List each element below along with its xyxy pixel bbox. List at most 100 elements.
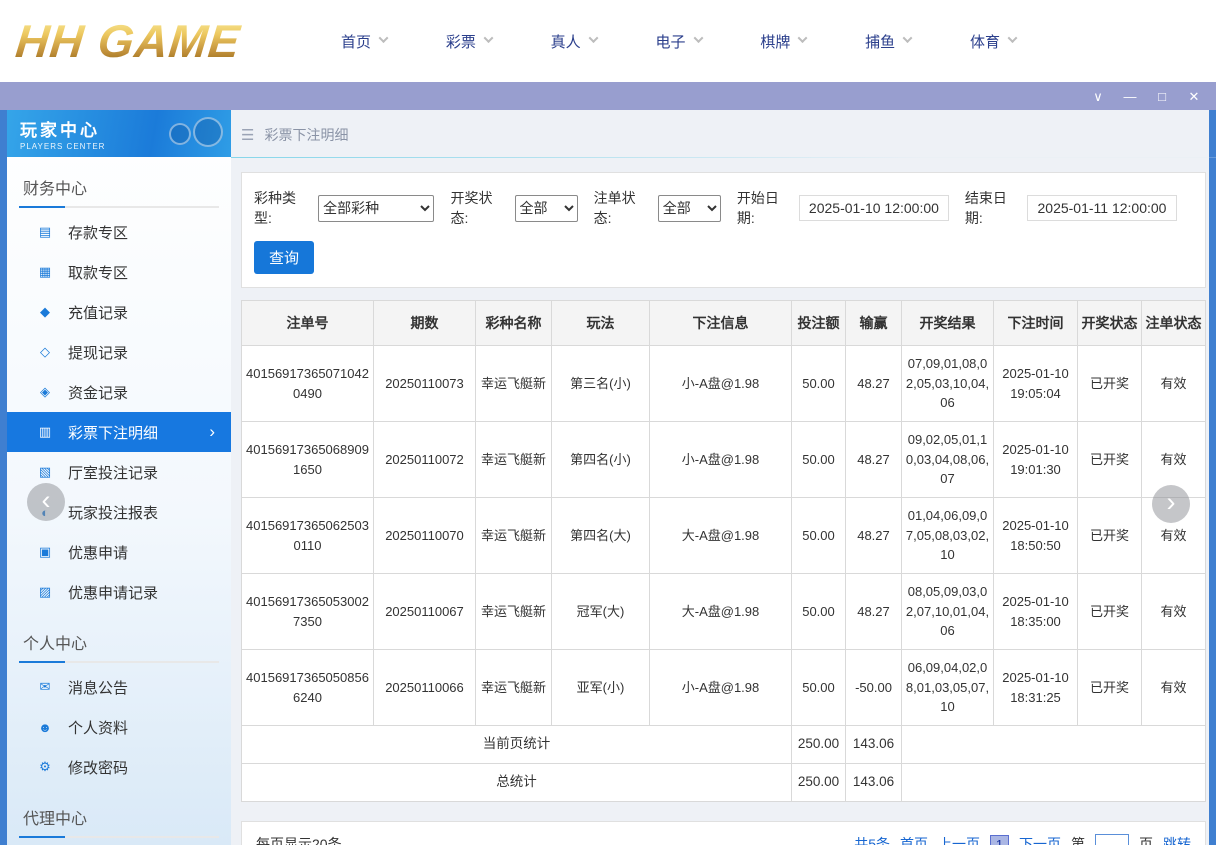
sidebar-item-label: 优惠申请	[68, 542, 128, 563]
sidebar-item[interactable]: ▣优惠申请	[7, 532, 231, 572]
window-minimize-icon[interactable]: —	[1122, 90, 1138, 103]
sidebar-item[interactable]: ◈资金记录	[7, 372, 231, 412]
cell-bet-amount: 50.00	[792, 422, 846, 498]
sidebar-section-title: 代理中心	[19, 797, 219, 838]
sidebar-item-label: 优惠申请记录	[68, 582, 158, 603]
cell-period: 20250110073	[374, 346, 476, 422]
sidebar-item-label: 取款专区	[68, 262, 128, 283]
cell-draw-result: 09,02,05,01,10,03,04,08,06,07	[902, 422, 994, 498]
cell-bet-amount: 50.00	[792, 346, 846, 422]
cell-play: 冠军(大)	[552, 574, 650, 650]
sidebar-item-label: 充值记录	[68, 302, 128, 323]
col-header-draw-status: 开奖状态	[1078, 301, 1142, 346]
sidebar-item-label: 存款专区	[68, 222, 128, 243]
table-row: 40156917365071042049020250110073幸运飞艇新第三名…	[242, 346, 1206, 422]
col-header-draw-result: 开奖结果	[902, 301, 994, 346]
profile-icon: ☻	[37, 720, 53, 735]
cell-draw-status: 已开奖	[1078, 498, 1142, 574]
cell-win-loss: -50.00	[846, 650, 902, 726]
nav-item-1[interactable]: 首页	[341, 31, 387, 52]
table-row: 40156917365062503011020250110070幸运飞艇新第四名…	[242, 498, 1206, 574]
filter-panel: 彩种类型: 全部彩种 开奖状态: 全部 注单状态: 全部 开始日期:	[241, 172, 1206, 288]
cell-play: 第四名(大)	[552, 498, 650, 574]
order-status-select[interactable]: 全部	[658, 195, 721, 222]
cell-lottery-name: 幸运飞艇新	[476, 346, 552, 422]
end-date-input[interactable]	[1027, 195, 1177, 221]
chevron-down-icon	[379, 33, 389, 43]
sidebar-item[interactable]: ▨ 优惠申请记录	[7, 572, 231, 612]
sidebar-item[interactable]: ✉消息公告	[7, 667, 231, 707]
cell-bet-time: 2025-01-10 19:01:30	[994, 422, 1078, 498]
cell-draw-status: 已开奖	[1078, 346, 1142, 422]
cell-bet-info: 大-A盘@1.98	[650, 574, 792, 650]
sidebar-item-label: 玩家投注报表	[68, 502, 158, 523]
col-header-play: 玩法	[552, 301, 650, 346]
cell-period: 20250110070	[374, 498, 476, 574]
first-page-link[interactable]: 首页	[900, 834, 928, 845]
nav-item-label: 电子	[655, 31, 685, 52]
jump-button[interactable]: 跳转	[1163, 834, 1191, 845]
cell-win-loss: 48.27	[846, 498, 902, 574]
window-close-icon[interactable]: ✕	[1186, 90, 1202, 103]
current-page[interactable]: 1	[990, 835, 1009, 845]
sidebar-item-label: 修改密码	[68, 757, 128, 778]
cell-order-no: 401569173650710420490	[242, 346, 374, 422]
chevron-down-icon	[693, 33, 703, 43]
jump-label-suffix: 页	[1139, 834, 1153, 845]
menu-icon[interactable]: ☰	[241, 126, 254, 144]
start-date-input[interactable]	[799, 195, 949, 221]
sidebar-item[interactable]: ⚙修改密码	[7, 747, 231, 787]
cell-win-loss: 48.27	[846, 422, 902, 498]
prev-page-link[interactable]: 上一页	[938, 834, 980, 845]
scroll-left-button[interactable]: ‹	[27, 483, 65, 521]
sidebar-item[interactable]: ◆充值记录	[7, 292, 231, 332]
summary-bet-amount: 250.00	[792, 726, 846, 764]
summary-empty	[902, 726, 1206, 764]
summary-label: 总统计	[242, 764, 792, 802]
summary-win-loss: 143.06	[846, 726, 902, 764]
col-header-bet-info: 下注信息	[650, 301, 792, 346]
top-header: HH GAME 首页彩票真人电子棋牌捕鱼体育	[0, 0, 1216, 82]
window-chevron-down-icon[interactable]: ∨	[1090, 90, 1106, 103]
withdraw-icon: ▦	[37, 264, 53, 280]
nav-item-4[interactable]: 电子	[655, 31, 701, 52]
cell-period: 20250110066	[374, 650, 476, 726]
sidebar-item[interactable]: ▦ 取款专区	[7, 252, 231, 292]
sidebar-item[interactable]: ☻个人资料	[7, 707, 231, 747]
sidebar-header: 玩家中心 PLAYERS CENTER	[7, 110, 231, 157]
cell-order-status: 有效	[1142, 574, 1206, 650]
cell-lottery-name: 幸运飞艇新	[476, 422, 552, 498]
cell-bet-time: 2025-01-10 18:31:25	[994, 650, 1078, 726]
promo-record-icon: ▨	[37, 584, 53, 600]
sidebar-item[interactable]: ◇提现记录	[7, 332, 231, 372]
draw-status-select[interactable]: 全部	[515, 195, 578, 222]
nav-item-3[interactable]: 真人	[551, 31, 597, 52]
lottery-type-select[interactable]: 全部彩种	[318, 195, 434, 222]
next-page-link[interactable]: 下一页	[1019, 834, 1061, 845]
window-maximize-icon[interactable]: □	[1154, 90, 1170, 103]
sidebar-item[interactable]: ▥彩票下注明细	[7, 412, 231, 452]
cell-draw-result: 07,09,01,08,02,05,03,10,04,06	[902, 346, 994, 422]
breadcrumb: ☰ 彩票下注明细	[241, 112, 1206, 158]
sidebar-section-title: 财务中心	[19, 167, 219, 208]
col-header-win-loss: 输赢	[846, 301, 902, 346]
cell-bet-info: 小-A盘@1.98	[650, 346, 792, 422]
sidebar-item-label: 提现记录	[68, 342, 128, 363]
funds-record-icon: ◈	[37, 384, 53, 400]
cell-win-loss: 48.27	[846, 346, 902, 422]
nav-item-6[interactable]: 捕鱼	[865, 31, 911, 52]
jump-page-input[interactable]	[1095, 834, 1129, 845]
app-window: HH GAME 首页彩票真人电子棋牌捕鱼体育 ∨ — □ ✕ 玩家中心 PLAY…	[0, 0, 1216, 845]
sidebar-item[interactable]: ▤存款专区	[7, 212, 231, 252]
bet-table: 注单号期数彩种名称玩法下注信息投注额输赢开奖结果下注时间开奖状态注单状态4015…	[241, 300, 1206, 802]
nav-item-5[interactable]: 棋牌	[760, 31, 806, 52]
lottery-type-label: 彩种类型:	[254, 188, 313, 228]
table-row: 40156917365050856624020250110066幸运飞艇新亚军(…	[242, 650, 1206, 726]
chevron-down-icon	[483, 33, 493, 43]
nav-item-7[interactable]: 体育	[970, 31, 1016, 52]
nav-item-2[interactable]: 彩票	[446, 31, 492, 52]
search-button[interactable]: 查询	[254, 241, 314, 274]
col-header-order-status: 注单状态	[1142, 301, 1206, 346]
scroll-right-button[interactable]: ›	[1152, 485, 1190, 523]
nav-item-label: 彩票	[446, 31, 476, 52]
